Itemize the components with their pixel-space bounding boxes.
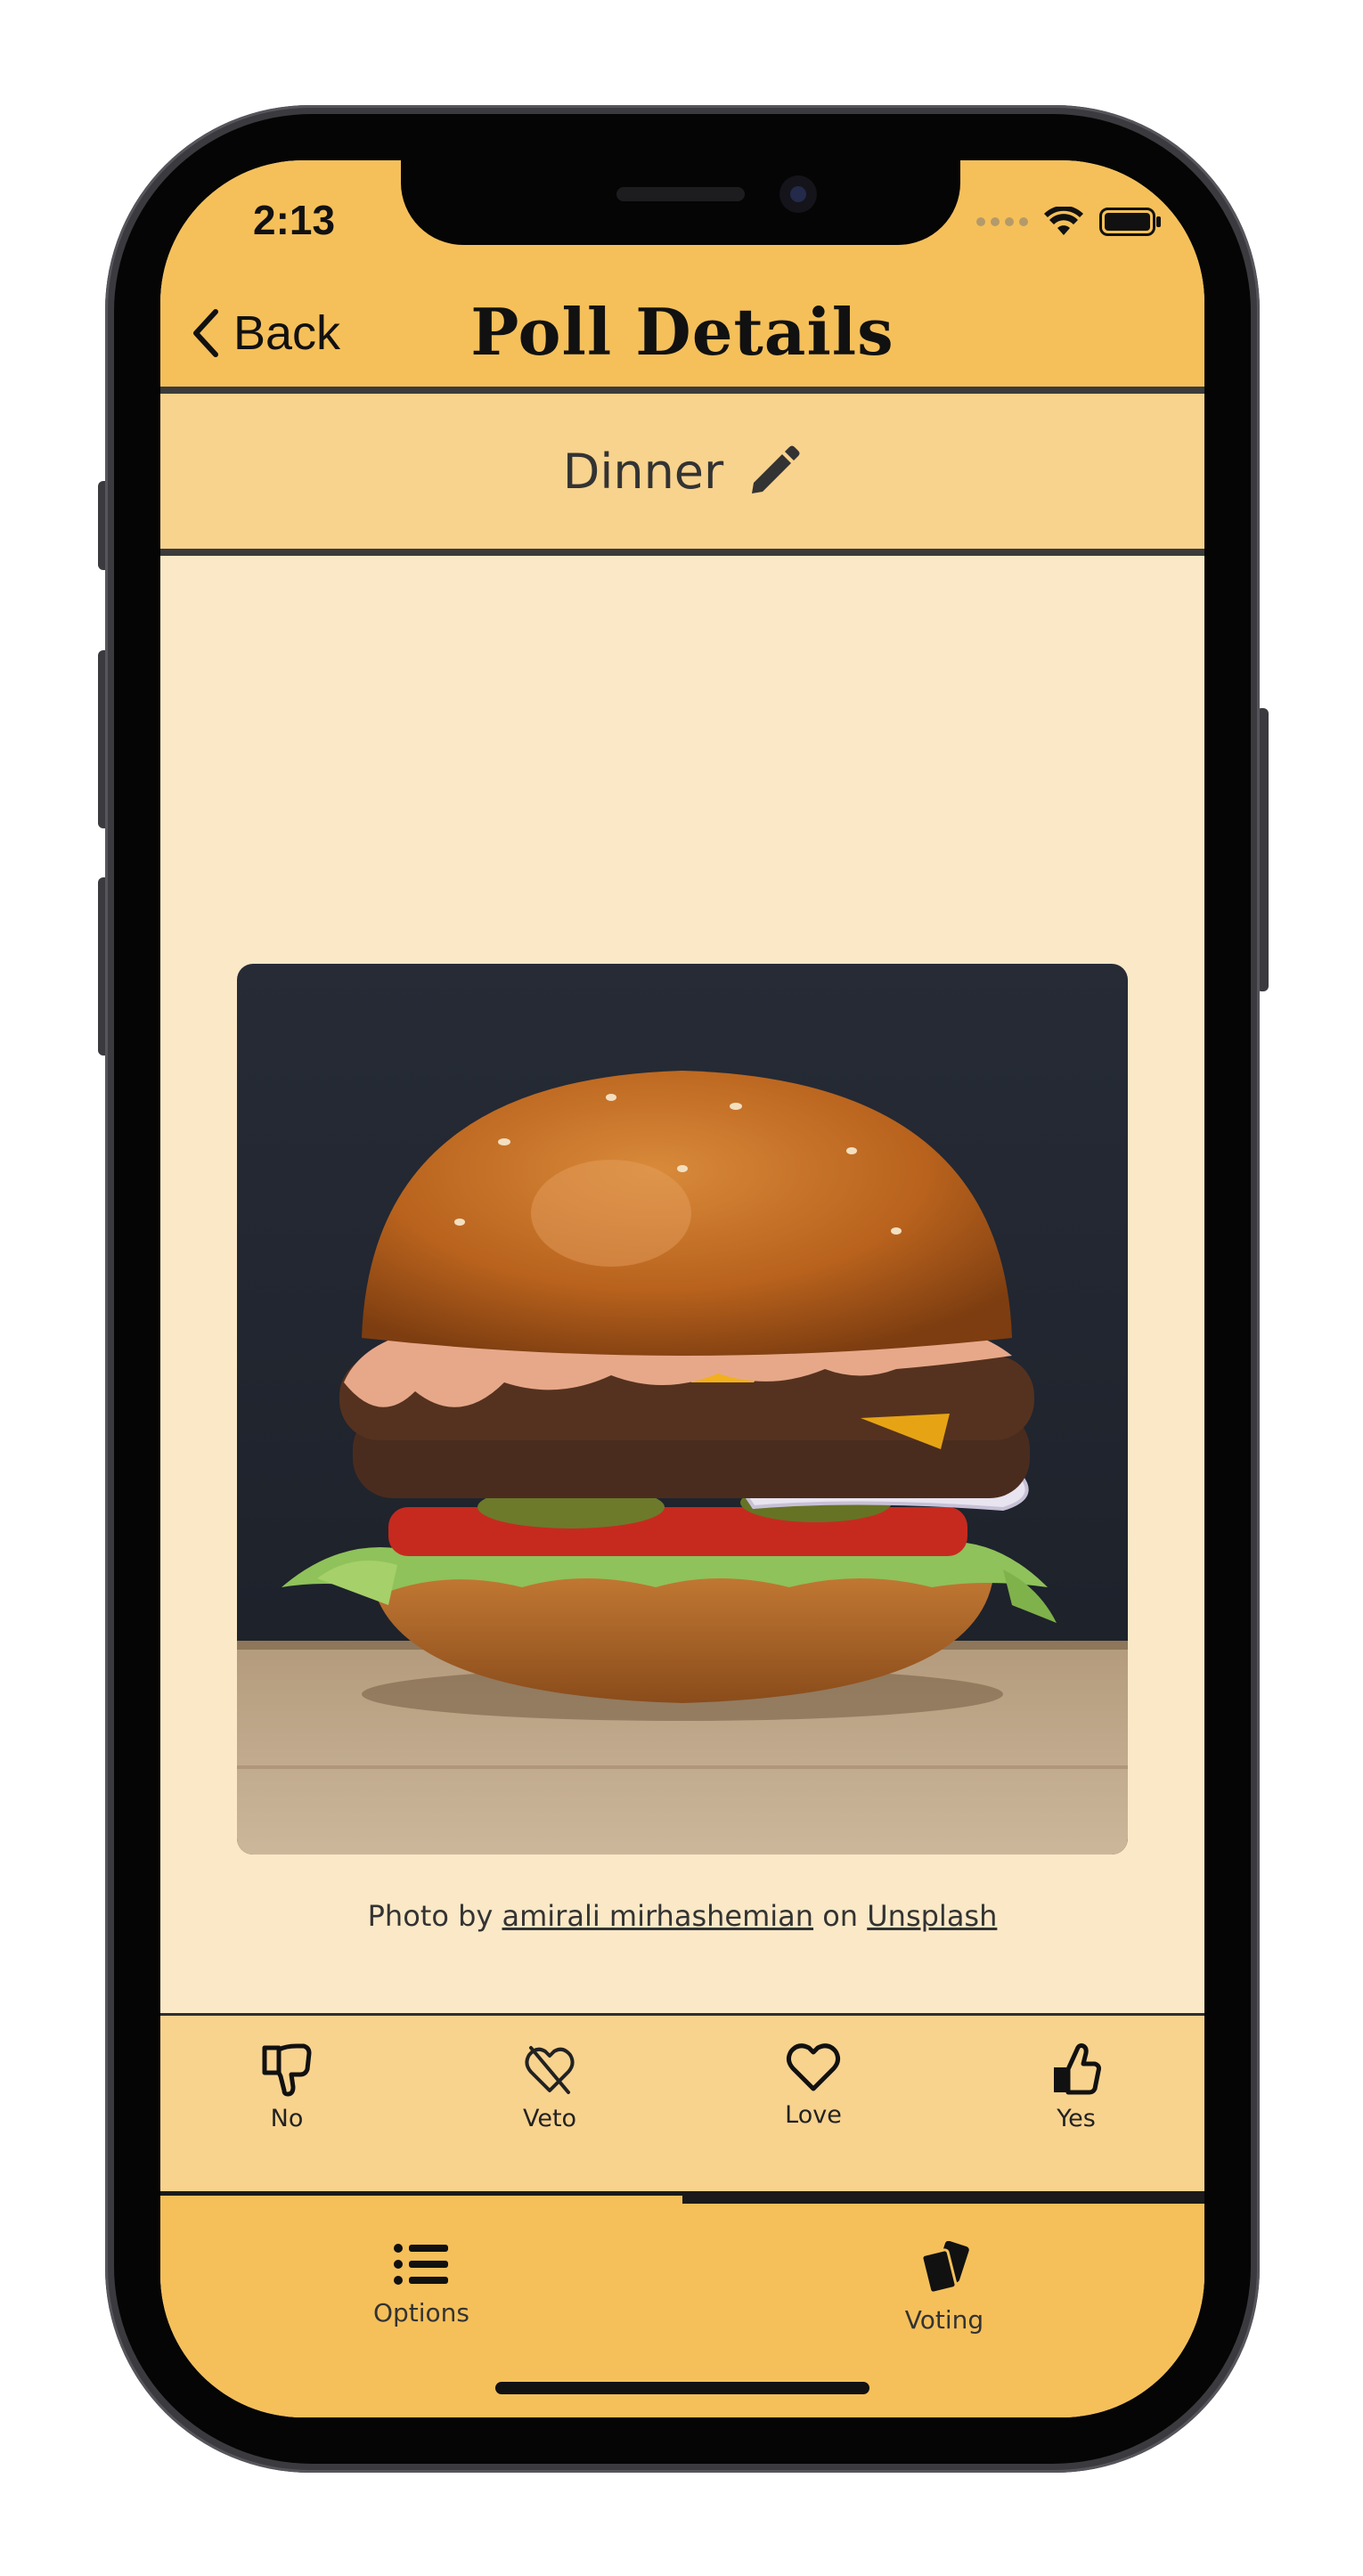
list-icon <box>394 2244 448 2285</box>
credit-middle: on <box>822 1899 859 1933</box>
status-icons <box>976 207 1162 237</box>
heart-icon <box>786 2043 841 2091</box>
vote-yes-label: Yes <box>1057 2105 1096 2132</box>
status-time: 2:13 <box>253 197 336 243</box>
vote-love-button[interactable]: Love <box>747 2042 880 2129</box>
wifi-icon <box>1044 207 1083 235</box>
vote-veto-button[interactable]: Veto <box>483 2042 616 2132</box>
thumbs-down-icon <box>262 2043 312 2097</box>
credit-prefix: Photo by <box>367 1899 494 1933</box>
poll-name: Dinner <box>562 443 724 500</box>
photo-credit: Photo by amirali mirhashemian on Unsplas… <box>160 1899 1204 1933</box>
burger-photo <box>237 964 1128 1855</box>
cellular-signal-icon <box>976 217 1028 226</box>
camera-notch <box>401 160 960 245</box>
home-indicator[interactable] <box>495 2382 869 2394</box>
pencil-icon[interactable] <box>747 444 802 499</box>
tab-options-label: Options <box>372 2298 470 2327</box>
thumbs-up-icon <box>1054 2043 1101 2095</box>
vote-bar: No Veto Love Yes <box>160 2013 1204 2191</box>
option-content: Photo by amirali mirhashemian on Unsplas… <box>160 556 1204 2013</box>
app-screen: 2:13 Back Poll Details Dinner Photo by a… <box>160 160 1204 2417</box>
unsplash-link[interactable]: Unsplash <box>867 1899 997 1933</box>
battery-icon <box>1099 208 1161 236</box>
broken-heart-icon <box>525 2046 575 2094</box>
page-title: Poll Details <box>470 294 894 370</box>
vote-love-label: Love <box>785 2101 842 2129</box>
vote-no-button[interactable]: No <box>220 2042 354 2132</box>
tab-voting[interactable]: Voting <box>811 2240 1078 2335</box>
author-link[interactable]: amirali mirhashemian <box>502 1899 814 1933</box>
vote-yes-button[interactable]: Yes <box>1009 2042 1143 2132</box>
tab-voting-label: Voting <box>904 2305 984 2335</box>
cards-icon <box>920 2240 969 2295</box>
earpiece-speaker <box>616 187 745 201</box>
vote-no-label: No <box>270 2105 304 2132</box>
poll-name-bar: Dinner <box>160 394 1204 556</box>
tab-options[interactable]: Options <box>288 2241 555 2327</box>
vote-veto-label: Veto <box>522 2105 577 2132</box>
nav-header: 2:13 Back Poll Details <box>160 160 1204 394</box>
front-camera <box>779 175 817 213</box>
tab-selected-indicator <box>682 2191 1204 2204</box>
